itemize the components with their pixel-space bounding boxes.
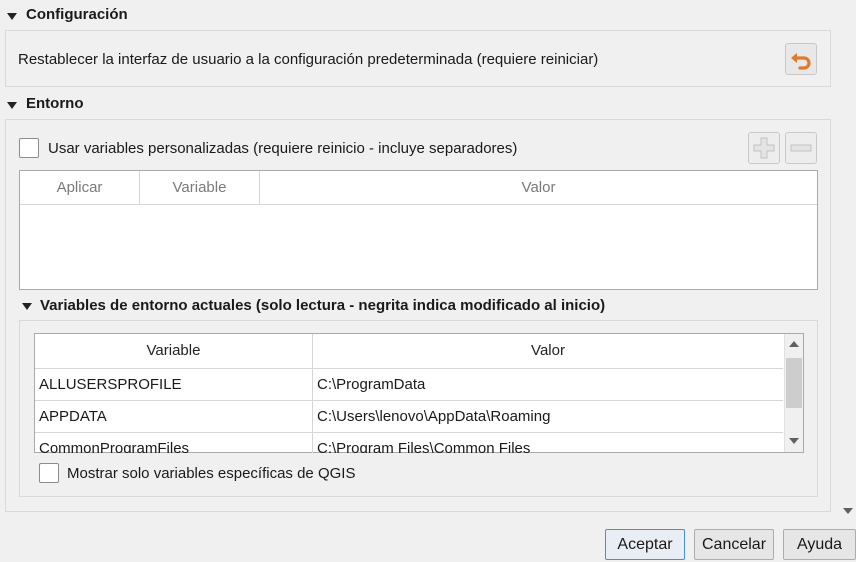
current-vars-table[interactable]: Variable Valor ALLUSERSPROFILE C:\Progra…: [34, 333, 804, 453]
table-row-variable[interactable]: APPDATA: [35, 401, 313, 432]
plus-icon: [753, 137, 775, 159]
table-scrollbar[interactable]: [784, 334, 803, 452]
remove-variable-button[interactable]: [785, 132, 817, 164]
table-row-valor[interactable]: C:\Program Files\Common Files: [313, 433, 783, 453]
cancel-button[interactable]: Cancelar: [694, 529, 774, 560]
current-vars-group: Variable Valor ALLUSERSPROFILE C:\Progra…: [19, 320, 818, 497]
page-scrollbar[interactable]: [840, 0, 856, 522]
scroll-down-icon[interactable]: [843, 508, 853, 514]
custom-vars-checkbox[interactable]: [19, 138, 39, 158]
collapse-arrow-icon[interactable]: [7, 102, 17, 109]
minus-icon: [790, 144, 812, 152]
custom-vars-label[interactable]: Usar variables personalizadas (requiere …: [48, 140, 517, 157]
scroll-up-icon[interactable]: [789, 341, 799, 347]
add-variable-button[interactable]: [748, 132, 780, 164]
section-title-current-vars[interactable]: Variables de entorno actuales (solo lect…: [40, 297, 605, 314]
section-title-configuracion[interactable]: Configuración: [26, 6, 128, 23]
header-divider: [20, 204, 817, 205]
configuracion-group: Restablecer la interfaz de usuario a la …: [5, 30, 831, 87]
collapse-arrow-icon[interactable]: [22, 303, 32, 310]
section-title-entorno[interactable]: Entorno: [26, 95, 84, 112]
reset-ui-label: Restablecer la interfaz de usuario a la …: [18, 51, 599, 68]
accept-button[interactable]: Aceptar: [605, 529, 685, 560]
column-header-variable[interactable]: Variable: [35, 334, 313, 368]
table-row-valor[interactable]: C:\Users\lenovo\AppData\Roaming: [313, 401, 783, 432]
table-row-valor[interactable]: C:\ProgramData: [313, 369, 783, 400]
column-header-aplicar[interactable]: Aplicar: [20, 171, 140, 204]
custom-variables-table[interactable]: Aplicar Variable Valor: [19, 170, 818, 290]
column-header-valor[interactable]: Valor: [260, 171, 817, 204]
table-row-variable[interactable]: ALLUSERSPROFILE: [35, 369, 313, 400]
reset-ui-button[interactable]: [785, 43, 817, 75]
qgis-only-checkbox[interactable]: [39, 463, 59, 483]
column-header-valor[interactable]: Valor: [313, 334, 783, 368]
collapse-arrow-icon[interactable]: [7, 13, 17, 20]
scroll-thumb[interactable]: [786, 358, 802, 408]
undo-arrow-icon: [791, 53, 811, 70]
entorno-group: Usar variables personalizadas (requiere …: [5, 119, 831, 512]
table-row-variable[interactable]: CommonProgramFiles: [35, 433, 313, 453]
qgis-only-label[interactable]: Mostrar solo variables específicas de QG…: [67, 465, 355, 482]
scroll-down-icon[interactable]: [789, 438, 799, 444]
column-header-variable[interactable]: Variable: [140, 171, 260, 204]
help-button[interactable]: Ayuda: [783, 529, 856, 560]
